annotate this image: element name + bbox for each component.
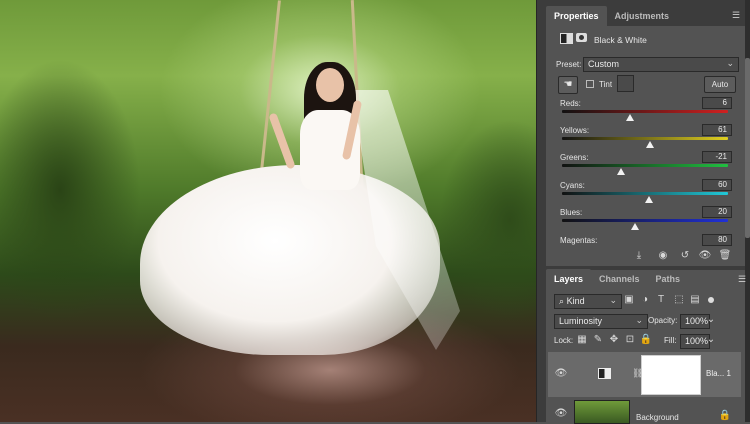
slider-label-greens: Greens: bbox=[560, 153, 589, 162]
tab-layers[interactable]: Layers bbox=[546, 269, 592, 289]
panel-scroll-thumb[interactable] bbox=[745, 58, 750, 238]
fill-label: Fill: bbox=[664, 336, 677, 345]
filter-pixel-icon[interactable]: ▣ bbox=[622, 294, 636, 305]
panel-menu-icon[interactable]: ☰ bbox=[732, 10, 740, 21]
auto-button[interactable]: Auto bbox=[704, 76, 736, 93]
opacity-label: Opacity: bbox=[648, 316, 678, 325]
slider-value-reds[interactable]: 6 bbox=[702, 97, 732, 109]
tab-properties[interactable]: Properties bbox=[546, 6, 607, 26]
chevron-down-icon: ⌄ bbox=[726, 58, 734, 68]
filter-smart-object-icon[interactable]: ▤ bbox=[688, 294, 702, 305]
adjustment-layer-icon bbox=[598, 368, 611, 379]
opacity-chevron-icon[interactable]: ⌄ bbox=[704, 314, 718, 325]
layers-tabbar: Layers Channels Paths bbox=[546, 269, 688, 289]
layer-filter-dropdown[interactable]: ⌕ Kind ⌄ bbox=[554, 294, 622, 309]
eye-icon[interactable]: 👁 bbox=[554, 408, 568, 419]
layer-filter-value: Kind bbox=[566, 296, 585, 306]
blend-mode-value: Luminosity bbox=[559, 316, 603, 326]
tab-adjustments[interactable]: Adjustments bbox=[607, 6, 678, 26]
slider-value-magentas[interactable]: 80 bbox=[702, 234, 732, 246]
slider-label-reds: Reds: bbox=[560, 99, 581, 108]
layer-name[interactable]: Background bbox=[636, 413, 679, 422]
tint-label: Tint bbox=[599, 80, 613, 89]
mask-icon[interactable] bbox=[576, 33, 587, 42]
adjustment-layer-icon bbox=[560, 33, 573, 44]
filter-adjustment-icon[interactable]: ◑ bbox=[638, 294, 652, 305]
lock-label: Lock: bbox=[554, 336, 574, 345]
slider-track-reds[interactable] bbox=[562, 110, 728, 113]
tab-channels[interactable]: Channels bbox=[591, 269, 648, 289]
tint-checkbox[interactable] bbox=[586, 80, 594, 88]
lock-artboard-icon[interactable]: ⊡ bbox=[623, 334, 637, 345]
clip-to-layer-icon[interactable]: ⤓ bbox=[632, 250, 646, 261]
chevron-down-icon: ⌄ bbox=[635, 315, 643, 325]
chevron-down-icon: ⌄ bbox=[609, 295, 617, 305]
layer-name[interactable]: Bla... 1 bbox=[706, 369, 731, 378]
preset-label: Preset: bbox=[556, 60, 582, 69]
view-previous-icon[interactable]: ◉ bbox=[656, 250, 670, 261]
slider-value-blues[interactable]: 20 bbox=[702, 206, 732, 218]
filter-shape-icon[interactable]: ⬚ bbox=[672, 294, 686, 305]
slider-thumb-greens[interactable] bbox=[617, 168, 625, 175]
document-canvas[interactable] bbox=[0, 0, 536, 422]
targeted-adjustment-tool[interactable]: ☚ bbox=[558, 76, 578, 94]
layers-menu-icon[interactable]: ☰ bbox=[738, 274, 746, 285]
reset-icon[interactable]: ↺ bbox=[678, 250, 692, 261]
slider-thumb-reds[interactable] bbox=[626, 114, 634, 121]
tint-color-swatch[interactable] bbox=[617, 75, 634, 92]
preset-dropdown[interactable]: Custom ⌄ bbox=[583, 57, 739, 72]
trash-icon[interactable]: 🗑 bbox=[718, 250, 732, 261]
slider-label-yellows: Yellows: bbox=[560, 126, 590, 135]
properties-tabbar: Properties Adjustments bbox=[546, 6, 677, 26]
lock-transparent-icon[interactable]: ▦ bbox=[575, 334, 589, 345]
slider-label-cyans: Cyans: bbox=[560, 181, 585, 190]
filter-type-icon[interactable]: T bbox=[654, 294, 668, 305]
lock-position-icon[interactable]: ✥ bbox=[607, 334, 621, 345]
layer-mask-thumbnail[interactable] bbox=[641, 355, 701, 395]
slider-label-magentas: Magentas: bbox=[560, 236, 598, 245]
slider-thumb-blues[interactable] bbox=[631, 223, 639, 230]
foliage-right bbox=[440, 120, 536, 320]
slider-track-blues[interactable] bbox=[562, 219, 728, 222]
lock-all-icon[interactable]: 🔒 bbox=[639, 334, 653, 345]
lock-image-icon[interactable]: ✎ bbox=[591, 334, 605, 345]
slider-label-blues: Blues: bbox=[560, 208, 583, 217]
slider-thumb-yellows[interactable] bbox=[646, 141, 654, 148]
slider-thumb-cyans[interactable] bbox=[645, 196, 653, 203]
blend-mode-dropdown[interactable]: Luminosity ⌄ bbox=[554, 314, 648, 329]
slider-value-yellows[interactable]: 61 bbox=[702, 124, 732, 136]
filter-toggle[interactable] bbox=[708, 297, 714, 303]
bride-face bbox=[316, 68, 344, 102]
slider-value-cyans[interactable]: 60 bbox=[702, 179, 732, 191]
slider-track-cyans[interactable] bbox=[562, 192, 728, 195]
fill-chevron-icon[interactable]: ⌄ bbox=[704, 334, 718, 345]
lock-icon: 🔒 bbox=[718, 410, 732, 421]
search-icon: ⌕ bbox=[559, 296, 565, 306]
preset-value: Custom bbox=[588, 59, 620, 69]
tab-paths[interactable]: Paths bbox=[648, 269, 689, 289]
slider-track-yellows[interactable] bbox=[562, 137, 728, 140]
eye-icon[interactable]: 👁 bbox=[554, 368, 568, 379]
visibility-icon[interactable]: 👁 bbox=[698, 250, 712, 261]
slider-value-greens[interactable]: -21 bbox=[702, 151, 732, 163]
background-thumbnail[interactable] bbox=[574, 400, 630, 424]
foliage-dark bbox=[0, 60, 140, 320]
adjustment-title: Black & White bbox=[594, 35, 647, 45]
slider-track-greens[interactable] bbox=[562, 164, 728, 167]
